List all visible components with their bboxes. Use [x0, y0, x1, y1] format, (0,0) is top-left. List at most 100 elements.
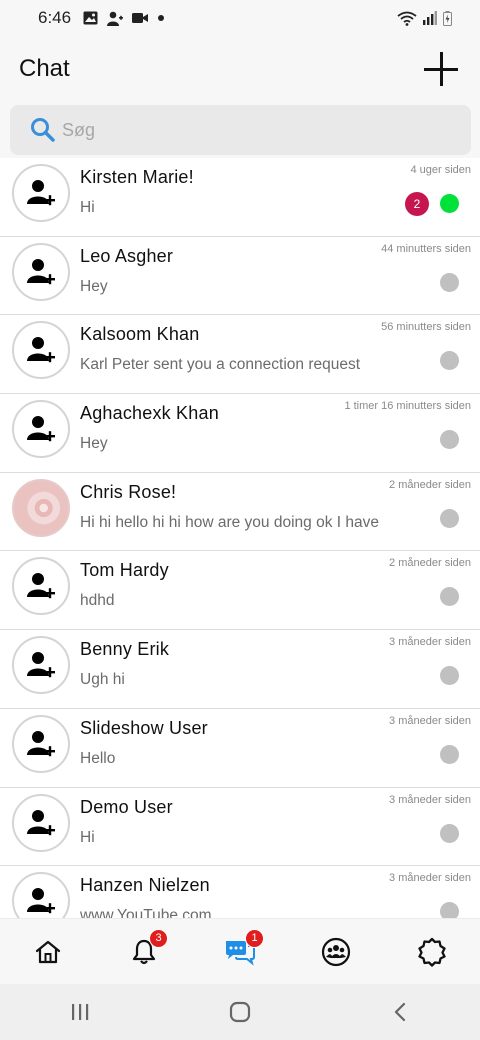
offline-status-dot: [440, 902, 459, 918]
timestamp: 56 minutters siden: [381, 321, 471, 334]
add-user-icon: [27, 730, 55, 757]
dot-icon: [158, 15, 165, 21]
search-icon: [31, 118, 55, 142]
offline-status-dot: [440, 823, 459, 843]
add-user-icon: [27, 337, 55, 363]
contact-name: Kalsoom Khan: [80, 324, 200, 345]
bottom-nav: 3 1: [0, 918, 480, 984]
contact-name: Slideshow User: [80, 717, 208, 738]
message-preview: Hello: [80, 749, 116, 767]
avatar[interactable]: [12, 636, 70, 695]
add-user-icon: [27, 652, 55, 678]
offline-status-dot: [440, 666, 459, 686]
status-time: 6:46: [38, 8, 72, 27]
app-header: Chat: [0, 36, 480, 102]
avatar[interactable]: [12, 557, 70, 616]
avatar[interactable]: [12, 242, 70, 301]
chat-list-item[interactable]: Hanzen Nielzen www.YouTube.com 3 måneder s…: [0, 866, 480, 918]
chat-list-item[interactable]: Slideshow User Hello 3 måneder siden: [0, 709, 480, 788]
timestamp: 44 minutters siden: [381, 242, 471, 255]
avatar[interactable]: [12, 872, 70, 918]
offline-status-dot: [440, 508, 459, 528]
avatar[interactable]: [12, 164, 70, 222]
status-bar: 6:46: [0, 0, 480, 36]
avatar[interactable]: [12, 400, 70, 459]
battery-charging-icon: [443, 10, 452, 26]
message-preview: Hey: [80, 277, 108, 295]
status-icons-left: [83, 11, 165, 26]
chat-list-item[interactable]: Leo Asgher Hey 44 minutters siden: [0, 237, 480, 316]
message-preview: hdhd: [80, 592, 115, 610]
system-nav-bar: [0, 984, 480, 1040]
page-title: Chat: [19, 55, 70, 82]
timestamp: 3 måneder siden: [389, 872, 471, 885]
timestamp: 1 timer 16 minutters siden: [344, 400, 471, 413]
message-preview: Ugh hi: [80, 671, 125, 689]
contact-name: Tom Hardy: [80, 560, 169, 581]
offline-status-dot: [440, 351, 459, 371]
image-icon: [83, 11, 98, 25]
chat-list-item[interactable]: Tom Hardy hdhd 2 måneder siden: [0, 551, 480, 631]
avatar[interactable]: [12, 478, 70, 537]
add-user-icon: [27, 180, 55, 206]
nav-settings[interactable]: [410, 930, 454, 974]
chat-list-item[interactable]: Demo User Hi 3 måneder siden: [0, 788, 480, 867]
timestamp: 2 måneder siden: [389, 557, 471, 570]
new-chat-button[interactable]: [421, 49, 461, 89]
nav-home[interactable]: [26, 930, 70, 974]
contact-name: Leo Asgher: [80, 245, 174, 266]
chat-list-item[interactable]: Kirsten Marie! Hi 4 uger siden 2: [0, 158, 480, 237]
offline-status-dot: [440, 587, 459, 607]
message-preview: Hi: [80, 199, 95, 216]
group-icon: [321, 937, 351, 966]
contact-name: Kirsten Marie!: [80, 167, 194, 187]
message-preview: Hi hi hello hi hi how are you doing ok I…: [80, 513, 379, 531]
timestamp: 2 måneder siden: [389, 478, 471, 491]
nav-chat[interactable]: 1: [218, 928, 264, 974]
search-section: [0, 102, 480, 162]
message-preview: Karl Peter sent you a connection request: [80, 356, 361, 374]
wifi-icon: [397, 11, 417, 26]
online-status-dot: [440, 194, 459, 213]
add-user-icon: [27, 809, 55, 835]
message-preview: Hey: [80, 435, 108, 453]
contact-name: Demo User: [80, 796, 173, 817]
timestamp: 3 måneder siden: [389, 793, 471, 806]
chat-list-item[interactable]: Kalsoom Khan Karl Peter sent you a connec…: [0, 315, 480, 395]
back-button[interactable]: [380, 992, 420, 1032]
search-bar[interactable]: [10, 105, 471, 155]
search-input[interactable]: [62, 119, 442, 141]
chat-list-item[interactable]: Chris Rose! Hi hi hello hi hi how are you…: [0, 473, 480, 552]
video-icon: [132, 13, 149, 23]
nav-groups[interactable]: [314, 930, 358, 974]
add-user-icon: [27, 258, 55, 284]
add-user-icon: [27, 416, 55, 442]
offline-status-dot: [440, 272, 459, 292]
chat-badge: 1: [245, 928, 264, 948]
nav-notifications[interactable]: 3: [122, 928, 168, 974]
timestamp: 3 måneder siden: [389, 636, 471, 649]
timestamp: 3 måneder siden: [389, 714, 471, 727]
offline-status-dot: [440, 430, 459, 450]
recents-button[interactable]: [60, 992, 100, 1032]
contact-name: Hanzen Nielzen: [80, 875, 210, 896]
offline-status-dot: [440, 744, 459, 764]
avatar[interactable]: [12, 793, 70, 852]
timestamp: 4 uger siden: [410, 164, 471, 176]
chat-list-item[interactable]: Benny Erik Ugh hi 3 måneder siden: [0, 630, 480, 709]
home-circle-icon: [229, 1001, 251, 1023]
contact-name: Benny Erik: [80, 639, 170, 660]
contact-name: Aghachexk Khan: [80, 403, 219, 424]
chat-list-item[interactable]: Aghachexk Khan Hey 1 timer 16 minutters si…: [0, 394, 480, 473]
avatar[interactable]: [12, 321, 70, 380]
add-user-icon: [27, 573, 55, 599]
status-icons-right: [397, 10, 452, 26]
avatar[interactable]: [12, 714, 70, 773]
signal-icon: [423, 11, 437, 25]
message-preview: www.YouTube.com: [80, 907, 212, 918]
back-icon: [394, 1002, 406, 1022]
home-system-button[interactable]: [220, 992, 260, 1032]
contact-name: Chris Rose!: [80, 481, 177, 502]
chat-list: Kirsten Marie! Hi 4 uger siden 2 Leo Asgher H…: [0, 158, 480, 918]
recents-icon: [72, 1004, 89, 1020]
